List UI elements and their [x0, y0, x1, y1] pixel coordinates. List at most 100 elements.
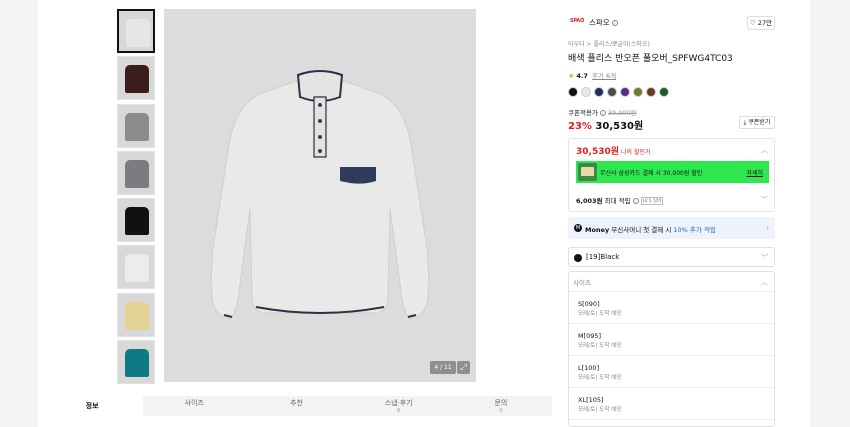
thumbnail-garment: [125, 301, 149, 330]
thumbnail-garment: [125, 159, 149, 188]
review-count-link[interactable]: 후기 6개: [592, 72, 616, 80]
thumbnail-garment: [125, 207, 149, 236]
size-option-select[interactable]: 사이즈 ︿ S[090] 모레(토) 도착 예정 M[095] 모레(토) 도착 예정…: [568, 271, 775, 427]
size-name: S[090]: [578, 300, 600, 308]
size-name: XL[105]: [578, 396, 604, 404]
like-count: 27만: [757, 19, 773, 27]
size-option-item[interactable]: L[100] 모레(토) 도착 예정: [569, 356, 774, 388]
benefit-box: 30,530원 나의 할인가 ︿ 무신사 삼성카드 결제 시 30,000원 할인…: [568, 138, 775, 212]
tab-recommend[interactable]: 추천: [245, 396, 347, 416]
thumbnail-item[interactable]: [117, 56, 155, 101]
price-row: 23% 30,530원: [568, 117, 643, 132]
sale-price: 30,530원: [595, 121, 644, 132]
thumbnail-item[interactable]: [117, 198, 155, 243]
money-banner[interactable]: M Money 무신사머니 첫 결제 시 10% 추가 적립 ›: [568, 217, 775, 239]
image-counter: 4 / 11: [430, 361, 456, 374]
brand-name-text: 스파오: [589, 18, 610, 27]
left-gutter: [0, 0, 38, 427]
card-detail-link[interactable]: 자세히: [746, 168, 763, 177]
chevron-down-icon: ﹀: [761, 254, 768, 262]
my-price-value: 30,530원: [576, 147, 620, 157]
delivery-note: 모레(토) 도착 예정: [578, 311, 622, 317]
points-label: 최대 적립: [604, 197, 631, 205]
original-price: 39,900원: [607, 109, 637, 117]
chevron-up-icon[interactable]: ︿: [761, 145, 768, 155]
info-icon[interactable]: i: [611, 20, 618, 26]
coupon-button-label: 쿠폰받기: [748, 119, 771, 126]
tab-info[interactable]: 정보: [41, 396, 144, 416]
thumbnail-garment: [125, 349, 149, 378]
right-gutter: [810, 0, 850, 427]
thumbnail-item[interactable]: [117, 150, 155, 195]
fleece-pullover-illustration: [210, 70, 430, 320]
product-title: 배색 플리스 반오픈 풀오버_SPFWG4TC03: [568, 54, 733, 64]
thumbnail-garment: [125, 254, 149, 283]
color-swatch[interactable]: [633, 87, 643, 97]
star-icon: ★: [568, 72, 575, 80]
rating-score: 4.7: [576, 72, 588, 80]
delivery-note: 모레(토) 도착 예정: [578, 343, 622, 349]
product-tabs: 정보 사이즈 추천 스냅·후기 6 문의 0: [41, 396, 552, 416]
color-swatch[interactable]: [581, 87, 591, 97]
thumbnail-item[interactable]: [117, 9, 155, 53]
thumbnail-item[interactable]: [117, 340, 155, 385]
rating-row: ★ 4.7 후기 6개: [568, 70, 616, 80]
color-dot: [574, 254, 582, 262]
size-name: M[095]: [578, 332, 602, 340]
color-option-select[interactable]: [19]Black ﹀: [568, 247, 775, 267]
expand-icon[interactable]: ⤢: [457, 361, 470, 374]
color-swatch[interactable]: [659, 87, 669, 97]
chevron-up-icon[interactable]: ︿: [761, 277, 768, 287]
info-icon[interactable]: i: [599, 110, 606, 116]
color-swatch[interactable]: [620, 87, 630, 97]
size-list: S[090] 모레(토) 도착 예정 M[095] 모레(토) 도착 예정 L[100]…: [569, 291, 774, 420]
my-price-label: 나의 할인가: [621, 149, 651, 156]
color-swatch[interactable]: [568, 87, 578, 97]
size-option-item[interactable]: M[095] 모레(토) 도착 예정: [569, 324, 774, 356]
color-swatch[interactable]: [607, 87, 617, 97]
money-prefix: Money: [585, 226, 610, 234]
thumbnail-item[interactable]: [117, 292, 155, 337]
color-swatch[interactable]: [594, 87, 604, 97]
card-image: [578, 163, 597, 181]
tab-reviews[interactable]: 스냅·후기 6: [348, 396, 450, 416]
card-discount-banner[interactable]: 무신사 삼성카드 결제 시 30,000원 할인 자세히: [576, 161, 769, 183]
chevron-down-icon[interactable]: ﹀: [761, 195, 768, 205]
money-icon: M: [574, 224, 582, 232]
brand-name[interactable]: 스파오 i: [589, 17, 618, 28]
tab-label: 문의: [494, 399, 508, 407]
chevron-right-icon: ›: [766, 224, 769, 232]
coupon-button[interactable]: ⤓ 쿠폰받기: [739, 116, 775, 129]
discount-rate: 23%: [568, 121, 592, 132]
product-main-image[interactable]: [164, 9, 476, 382]
heart-icon: ♡: [749, 19, 756, 27]
delivery-note: 모레(토) 도착 예정: [578, 375, 622, 381]
download-icon: ⤓: [743, 119, 747, 126]
coupon-price-label: 쿠폰적용가 i 39,900원: [568, 107, 637, 117]
brand-logo[interactable]: SPAO: [570, 18, 584, 24]
tab-qna[interactable]: 문의 0: [450, 396, 552, 416]
thumbnail-list: [117, 9, 155, 387]
size-option-item[interactable]: S[090] 모레(토) 도착 예정: [569, 292, 774, 324]
size-name: L[100]: [578, 364, 600, 372]
tab-label: 추천: [290, 399, 303, 407]
money-text: Money 무신사머니 첫 결제 시 10% 추가 적립: [585, 224, 716, 234]
thumbnail-garment: [125, 112, 149, 141]
tab-size[interactable]: 사이즈: [143, 396, 245, 416]
like-button[interactable]: ♡ 27만: [747, 16, 775, 30]
thumbnail-item[interactable]: [117, 103, 155, 148]
money-desc: 무신사머니 첫 결제 시: [611, 226, 672, 234]
thumbnail-garment: [125, 65, 149, 94]
size-header: 사이즈: [573, 279, 591, 287]
size-option-item[interactable]: XL[105] 모레(토) 도착 예정: [569, 388, 774, 420]
tab-count: 0: [499, 408, 503, 414]
thumbnail-garment: [126, 19, 150, 47]
tab-label: 정보: [85, 402, 99, 410]
my-price: 30,530원 나의 할인가: [576, 144, 651, 157]
info-icon[interactable]: i: [632, 198, 639, 204]
color-swatch[interactable]: [646, 87, 656, 97]
coupon-label-text: 쿠폰적용가: [568, 109, 598, 117]
thumbnail-item[interactable]: [117, 245, 155, 290]
points-row: 6,003원 최대 적립 i LV.5 실버: [576, 195, 664, 205]
breadcrumb[interactable]: 아우터 > 플리스/뽀글이(스파오): [568, 39, 650, 48]
